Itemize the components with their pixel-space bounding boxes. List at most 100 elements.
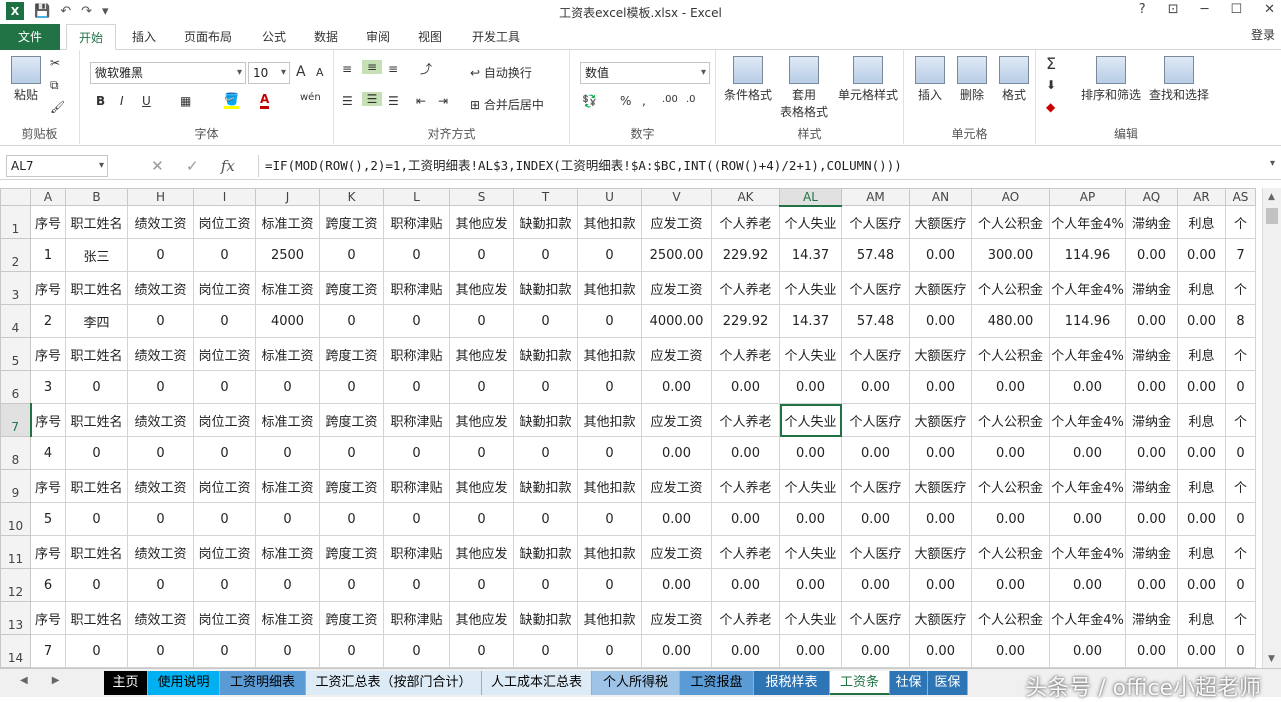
cell[interactable]: 序号 <box>30 403 66 437</box>
cell[interactable]: 14.37 <box>779 304 842 338</box>
cell[interactable]: 0.00 <box>641 502 712 536</box>
cell[interactable]: 4000.00 <box>641 304 712 338</box>
cell[interactable]: 0.00 <box>971 568 1050 602</box>
cell[interactable]: 滞纳金 <box>1125 271 1178 305</box>
column-header[interactable]: AQ <box>1125 188 1178 206</box>
cell[interactable]: 0.00 <box>971 436 1050 470</box>
cell[interactable]: 个人公积金 <box>971 403 1050 437</box>
cell[interactable]: 0 <box>383 370 450 404</box>
cell[interactable]: 个人养老 <box>711 205 780 239</box>
cell[interactable]: 大额医疗 <box>909 337 972 371</box>
cell[interactable]: 0 <box>449 634 514 668</box>
cell[interactable]: 0 <box>319 634 384 668</box>
cell[interactable]: 缺勤扣款 <box>513 205 578 239</box>
cell[interactable]: 个人养老 <box>711 601 780 635</box>
cell[interactable]: 个人失业 <box>779 205 842 239</box>
align-top-icon[interactable]: ≡ <box>342 62 352 76</box>
cell[interactable]: 序号 <box>30 205 66 239</box>
row-header[interactable]: 8 <box>0 436 31 470</box>
cell[interactable]: 0 <box>255 436 320 470</box>
cell[interactable]: 标准工资 <box>255 601 320 635</box>
cell[interactable]: 利息 <box>1177 271 1226 305</box>
borders-icon[interactable]: ▦ <box>180 94 191 108</box>
cell[interactable]: 绩效工资 <box>127 535 194 569</box>
cell[interactable]: 8 <box>1225 304 1256 338</box>
cell[interactable]: 6 <box>30 568 66 602</box>
cell[interactable]: 绩效工资 <box>127 271 194 305</box>
cell[interactable]: 其他扣款 <box>577 403 642 437</box>
cell[interactable]: 滞纳金 <box>1125 601 1178 635</box>
number-format-select[interactable]: 数值 <box>580 62 710 84</box>
cell[interactable]: 114.96 <box>1049 238 1126 272</box>
row-header[interactable]: 2 <box>0 238 31 272</box>
cell[interactable]: 0 <box>383 568 450 602</box>
cell[interactable]: 0 <box>319 436 384 470</box>
cell[interactable]: 标准工资 <box>255 205 320 239</box>
fill-icon[interactable]: ⬇ <box>1046 78 1056 92</box>
name-box[interactable]: AL7 <box>6 155 108 177</box>
cell[interactable]: 个人年金4% <box>1049 469 1126 503</box>
cell[interactable]: 大额医疗 <box>909 271 972 305</box>
currency-icon[interactable]: 💱 <box>582 94 597 108</box>
cell[interactable]: 0 <box>383 502 450 536</box>
cell-styles-button[interactable]: 单元格样式 <box>834 56 902 103</box>
cell[interactable]: 480.00 <box>971 304 1050 338</box>
cell[interactable]: 0.00 <box>909 238 972 272</box>
align-bottom-icon[interactable]: ≡ <box>388 62 398 76</box>
cell[interactable]: 0 <box>1225 634 1256 668</box>
select-all-corner[interactable] <box>0 188 31 206</box>
column-header[interactable]: AN <box>909 188 972 206</box>
cell[interactable]: 0 <box>1225 502 1256 536</box>
tab-developer[interactable]: 开发工具 <box>468 24 524 50</box>
cell[interactable]: 职工姓名 <box>65 601 128 635</box>
decrease-indent-icon[interactable]: ⇤ <box>416 94 426 108</box>
shrink-font-button[interactable]: A <box>316 66 324 79</box>
cell[interactable]: 0 <box>127 304 194 338</box>
cell[interactable]: 0.00 <box>711 370 780 404</box>
cell[interactable]: 利息 <box>1177 337 1226 371</box>
column-header[interactable]: U <box>577 188 642 206</box>
cell[interactable]: 个人医疗 <box>841 337 910 371</box>
cell[interactable]: 0 <box>513 634 578 668</box>
cell[interactable]: 0 <box>383 238 450 272</box>
cell[interactable]: 个人公积金 <box>971 469 1050 503</box>
row-header[interactable]: 1 <box>0 205 31 239</box>
format-cells-button[interactable]: 格式 <box>994 56 1034 103</box>
cell[interactable]: 其他扣款 <box>577 205 642 239</box>
cell[interactable]: 0 <box>255 370 320 404</box>
cell[interactable]: 个人失业 <box>779 535 842 569</box>
cell[interactable]: 滞纳金 <box>1125 535 1178 569</box>
cell[interactable]: 0 <box>449 436 514 470</box>
cell[interactable]: 0 <box>319 304 384 338</box>
cell[interactable]: 大额医疗 <box>909 469 972 503</box>
cell[interactable]: 职工姓名 <box>65 271 128 305</box>
sheet-tab[interactable]: 工资汇总表（按部门合计） <box>306 671 482 695</box>
cell[interactable]: 0.00 <box>909 304 972 338</box>
row-header[interactable]: 11 <box>0 535 31 569</box>
cell[interactable]: 0.00 <box>641 436 712 470</box>
align-left-icon[interactable]: ☰ <box>342 94 353 108</box>
column-header[interactable]: J <box>255 188 320 206</box>
cell[interactable]: 0.00 <box>1049 568 1126 602</box>
cell[interactable]: 2500.00 <box>641 238 712 272</box>
column-header[interactable]: AL <box>779 188 842 207</box>
cell[interactable]: 0 <box>127 568 194 602</box>
cell[interactable]: 其他应发 <box>449 535 514 569</box>
cell[interactable]: 0.00 <box>641 568 712 602</box>
percent-icon[interactable]: % <box>620 94 631 108</box>
sort-filter-button[interactable]: 排序和筛选 <box>1078 56 1144 103</box>
cell[interactable]: 个 <box>1225 403 1256 437</box>
cell[interactable]: 利息 <box>1177 205 1226 239</box>
cell[interactable]: 0.00 <box>641 370 712 404</box>
cell[interactable]: 0.00 <box>1125 568 1178 602</box>
cell[interactable]: 个人失业 <box>779 469 842 503</box>
cell[interactable]: 0.00 <box>841 370 910 404</box>
cell[interactable]: 滞纳金 <box>1125 205 1178 239</box>
cell[interactable]: 利息 <box>1177 469 1226 503</box>
column-header[interactable]: AM <box>841 188 910 206</box>
cell[interactable]: 标准工资 <box>255 271 320 305</box>
cell[interactable]: 0.00 <box>1049 502 1126 536</box>
sheet-tab[interactable]: 工资条 <box>830 671 890 695</box>
cell[interactable]: 0 <box>193 304 256 338</box>
cell[interactable]: 岗位工资 <box>193 271 256 305</box>
